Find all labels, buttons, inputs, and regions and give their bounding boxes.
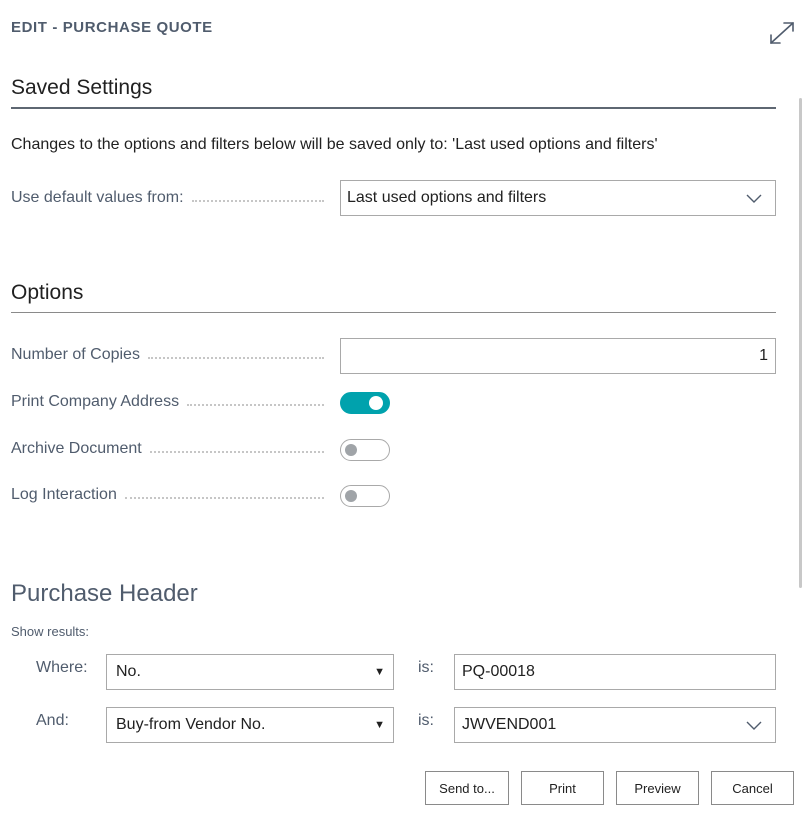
use-default-dropdown[interactable]: Last used options and filters bbox=[340, 180, 776, 216]
filter-is-label: is: bbox=[418, 712, 434, 729]
options-divider bbox=[11, 312, 776, 313]
filter-value-input-2[interactable]: JWVEND001 bbox=[454, 707, 776, 743]
archive-document-row: Archive Document bbox=[11, 440, 326, 458]
print-company-address-label: Print Company Address bbox=[11, 393, 180, 410]
number-of-copies-value: 1 bbox=[759, 347, 768, 364]
leader-dots bbox=[149, 451, 324, 453]
print-company-address-row: Print Company Address bbox=[11, 393, 326, 411]
chevron-down-icon[interactable] bbox=[745, 716, 763, 734]
log-interaction-row: Log Interaction bbox=[11, 486, 326, 504]
leader-dots bbox=[187, 404, 324, 406]
purchase-header-heading: Purchase Header bbox=[11, 580, 198, 607]
number-of-copies-label: Number of Copies bbox=[11, 346, 140, 363]
send-to-button[interactable]: Send to... bbox=[425, 771, 509, 805]
filter-field-select-1[interactable]: No. ▼ bbox=[106, 654, 394, 690]
number-of-copies-input[interactable]: 1 bbox=[340, 338, 776, 374]
log-interaction-toggle[interactable] bbox=[340, 485, 390, 507]
filter-field-value: No. bbox=[116, 663, 141, 680]
caret-down-icon: ▼ bbox=[374, 666, 385, 678]
saved-settings-heading: Saved Settings bbox=[11, 76, 153, 99]
leader-dots bbox=[147, 357, 324, 359]
filter-value: PQ-00018 bbox=[462, 663, 535, 680]
filter-connector-and: And: bbox=[36, 712, 69, 729]
filter-value-input-1[interactable]: PQ-00018 bbox=[454, 654, 776, 690]
toggle-knob bbox=[345, 490, 357, 502]
archive-document-toggle[interactable] bbox=[340, 439, 390, 461]
options-heading: Options bbox=[11, 281, 84, 304]
saved-settings-divider bbox=[11, 107, 776, 109]
use-default-label: Use default values from: bbox=[11, 189, 184, 206]
filter-field-select-2[interactable]: Buy-from Vendor No. ▼ bbox=[106, 707, 394, 743]
archive-document-label: Archive Document bbox=[11, 440, 142, 457]
saved-settings-note: Changes to the options and filters below… bbox=[11, 136, 658, 153]
expand-icon[interactable] bbox=[768, 20, 796, 46]
filter-field-value: Buy-from Vendor No. bbox=[116, 716, 266, 733]
use-default-label-row: Use default values from: bbox=[11, 189, 326, 207]
print-button[interactable]: Print bbox=[521, 771, 604, 805]
toggle-knob bbox=[345, 444, 357, 456]
leader-dots bbox=[124, 497, 324, 499]
number-of-copies-row: Number of Copies bbox=[11, 346, 326, 364]
cancel-button[interactable]: Cancel bbox=[711, 771, 794, 805]
use-default-value: Last used options and filters bbox=[347, 189, 547, 206]
print-company-address-toggle[interactable] bbox=[340, 392, 390, 414]
filter-is-label: is: bbox=[418, 659, 434, 676]
chevron-down-icon bbox=[746, 194, 762, 203]
leader-dots bbox=[191, 200, 324, 202]
show-results-label: Show results: bbox=[11, 624, 90, 639]
dialog-title: EDIT - PURCHASE QUOTE bbox=[11, 19, 213, 36]
log-interaction-label: Log Interaction bbox=[11, 486, 117, 503]
toggle-knob bbox=[369, 396, 383, 410]
filter-connector-where: Where: bbox=[36, 659, 88, 676]
caret-down-icon: ▼ bbox=[374, 719, 385, 731]
filter-value: JWVEND001 bbox=[462, 716, 557, 733]
preview-button[interactable]: Preview bbox=[616, 771, 699, 805]
